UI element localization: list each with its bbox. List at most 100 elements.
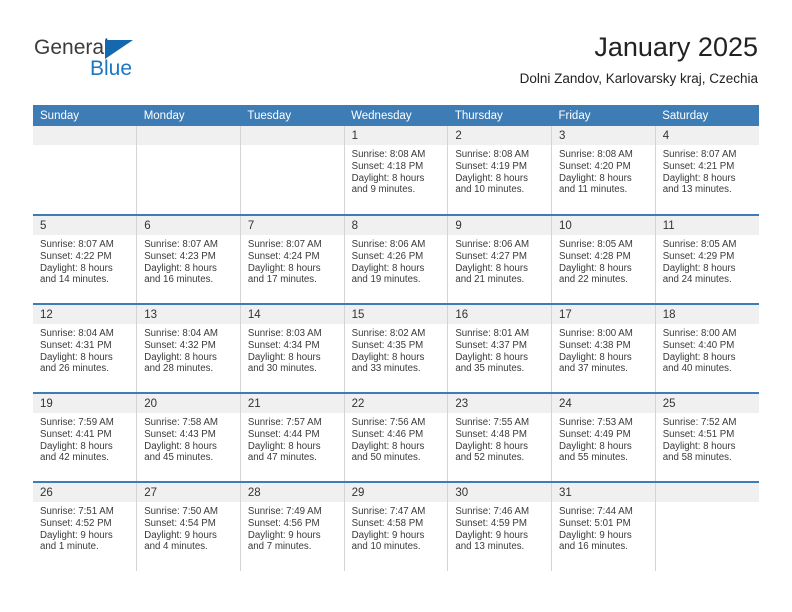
day-detail: Sunrise: 8:07 AM Sunset: 4:24 PM Daylight:…	[241, 235, 344, 286]
calendar-day-cell[interactable]: 15 Sunrise: 8:02 AM Sunset: 4:35 PM Dayligh…	[344, 303, 449, 393]
daylight-text-line1: Daylight: 8 hours	[351, 262, 425, 274]
calendar-day-cell[interactable]: 19 Sunrise: 7:59 AM Sunset: 4:41 PM Dayligh…	[33, 392, 138, 482]
day-number: 2	[448, 126, 552, 145]
calendar-day-cell[interactable]: 13 Sunrise: 8:04 AM Sunset: 4:32 PM Dayligh…	[136, 303, 241, 393]
weekday-header-sunday: Sunday	[33, 105, 137, 126]
daylight-text-line2: and 50 minutes.	[351, 452, 421, 464]
sunrise-text: Sunrise: 8:00 AM	[662, 328, 737, 339]
calendar-day-cell[interactable]: 17 Sunrise: 8:00 AM Sunset: 4:38 PM Dayligh…	[551, 303, 656, 393]
sunset-text: Sunset: 4:19 PM	[455, 160, 527, 172]
calendar-day-cell[interactable]: 10 Sunrise: 8:05 AM Sunset: 4:28 PM Dayligh…	[551, 214, 656, 304]
calendar-day-cell[interactable]: 20 Sunrise: 7:58 AM Sunset: 4:43 PM Dayligh…	[136, 392, 241, 482]
weekday-header-monday: Monday	[136, 105, 241, 126]
calendar-day-cell[interactable]: 23 Sunrise: 7:55 AM Sunset: 4:48 PM Dayligh…	[447, 392, 553, 482]
page-title: January 2025	[594, 32, 758, 62]
calendar-day-cell[interactable]: 25 Sunrise: 7:52 AM Sunset: 4:51 PM Dayligh…	[655, 392, 759, 482]
sunset-text: Sunset: 4:44 PM	[247, 428, 320, 440]
calendar-day-cell[interactable]: 1 Sunrise: 8:08 AM Sunset: 4:18 PM Daylight…	[344, 126, 449, 215]
daylight-text-line2: and 30 minutes.	[247, 363, 317, 375]
daylight-text-line2: and 45 minutes.	[144, 452, 214, 464]
daylight-text-line2: and 52 minutes.	[455, 452, 525, 464]
day-number: 1	[344, 126, 448, 145]
day-number: 18	[655, 305, 759, 324]
daylight-text-line2: and 37 minutes.	[559, 363, 628, 375]
calendar-day-cell[interactable]: 22 Sunrise: 7:56 AM Sunset: 4:46 PM Dayligh…	[344, 392, 449, 482]
day-detail: Sunrise: 8:01 AM Sunset: 4:37 PM Daylight:…	[448, 324, 551, 375]
calendar-day-cell[interactable]: 24 Sunrise: 7:53 AM Sunset: 4:49 PM Dayligh…	[551, 392, 656, 482]
sunset-text: Sunset: 4:52 PM	[40, 517, 112, 529]
calendar-day-cell[interactable]: 31 Sunrise: 7:44 AM Sunset: 5:01 PM Dayligh…	[551, 481, 656, 571]
calendar-week-row: 12 Sunrise: 8:04 AM Sunset: 4:31 PM Dayligh…	[33, 303, 759, 393]
day-number: 8	[344, 216, 448, 235]
sunset-text: Sunset: 4:23 PM	[144, 250, 216, 262]
calendar-day-cell[interactable]: 14 Sunrise: 8:03 AM Sunset: 4:34 PM Dayligh…	[240, 303, 345, 393]
sunrise-text: Sunrise: 8:01 AM	[455, 328, 530, 339]
calendar-day-cell[interactable]: 3 Sunrise: 8:08 AM Sunset: 4:20 PM Daylight…	[551, 126, 656, 215]
calendar-day-cell[interactable]: 8 Sunrise: 8:06 AM Sunset: 4:26 PM Daylight…	[344, 214, 449, 304]
calendar-page: General Blue January 2025 Dolni Zandov, …	[0, 0, 792, 612]
day-number: 27	[137, 483, 240, 502]
sunset-text: Sunset: 4:40 PM	[662, 339, 735, 351]
daylight-text-line1: Daylight: 8 hours	[351, 351, 425, 363]
calendar-day-cell-empty	[655, 481, 759, 571]
daylight-text-line1: Daylight: 8 hours	[455, 172, 529, 184]
daylight-text-line1: Daylight: 8 hours	[351, 172, 425, 184]
calendar-day-cell[interactable]: 26 Sunrise: 7:51 AM Sunset: 4:52 PM Dayligh…	[33, 481, 138, 571]
sunset-text: Sunset: 4:22 PM	[40, 250, 112, 262]
calendar-day-cell[interactable]: 30 Sunrise: 7:46 AM Sunset: 4:59 PM Dayligh…	[447, 481, 553, 571]
sunset-text: Sunset: 4:32 PM	[144, 339, 216, 351]
calendar-day-cell[interactable]: 28 Sunrise: 7:49 AM Sunset: 4:56 PM Dayligh…	[240, 481, 345, 571]
calendar-day-cell[interactable]: 7 Sunrise: 8:07 AM Sunset: 4:24 PM Daylight…	[240, 214, 345, 304]
sunset-text: Sunset: 4:20 PM	[559, 160, 631, 172]
day-detail: Sunrise: 8:05 AM Sunset: 4:28 PM Daylight:…	[552, 235, 655, 286]
day-number: 25	[655, 394, 759, 413]
daylight-text-line2: and 33 minutes.	[351, 363, 421, 375]
daylight-text-line2: and 17 minutes.	[247, 274, 317, 286]
general-blue-logo[interactable]: General Blue	[34, 36, 204, 88]
calendar-day-cell-empty	[136, 126, 241, 215]
daylight-text-line1: Daylight: 8 hours	[455, 351, 529, 363]
calendar-day-cell[interactable]: 16 Sunrise: 8:01 AM Sunset: 4:37 PM Dayligh…	[447, 303, 553, 393]
calendar-day-cell[interactable]: 18 Sunrise: 8:00 AM Sunset: 4:40 PM Dayligh…	[655, 303, 759, 393]
day-number: 5	[33, 216, 137, 235]
calendar-day-cell[interactable]: 21 Sunrise: 7:57 AM Sunset: 4:44 PM Dayligh…	[240, 392, 345, 482]
sunset-text: Sunset: 4:59 PM	[455, 517, 527, 529]
daylight-text-line2: and 16 minutes.	[144, 274, 214, 286]
sunset-text: Sunset: 4:18 PM	[351, 160, 424, 172]
day-number: 26	[33, 483, 137, 502]
sunrise-text: Sunrise: 8:02 AM	[351, 328, 426, 339]
daylight-text-line2: and 13 minutes.	[662, 184, 732, 196]
sunset-text: Sunset: 4:26 PM	[351, 250, 424, 262]
sunrise-text: Sunrise: 7:46 AM	[455, 506, 530, 517]
calendar-day-cell[interactable]: 9 Sunrise: 8:06 AM Sunset: 4:27 PM Daylight…	[447, 214, 553, 304]
daylight-text-line2: and 7 minutes.	[247, 541, 312, 553]
day-number: 14	[240, 305, 344, 324]
logo-text-blue: Blue	[90, 57, 133, 80]
day-number: 21	[240, 394, 344, 413]
day-detail: Sunrise: 8:07 AM Sunset: 4:22 PM Daylight:…	[33, 235, 136, 286]
calendar-day-cell[interactable]: 4 Sunrise: 8:07 AM Sunset: 4:21 PM Daylight…	[655, 126, 759, 215]
day-number	[137, 126, 240, 145]
sunrise-text: Sunrise: 7:44 AM	[559, 506, 633, 517]
sunrise-text: Sunrise: 7:59 AM	[40, 417, 114, 428]
sunrise-text: Sunrise: 8:08 AM	[455, 149, 530, 160]
calendar-day-cell[interactable]: 6 Sunrise: 8:07 AM Sunset: 4:23 PM Daylight…	[136, 214, 241, 304]
daylight-text-line1: Daylight: 8 hours	[559, 351, 632, 363]
calendar-day-cell[interactable]: 11 Sunrise: 8:05 AM Sunset: 4:29 PM Dayligh…	[655, 214, 759, 304]
title-block: January 2025 Dolni Zandov, Karlovarsky k…	[520, 30, 758, 88]
calendar-day-cell[interactable]: 29 Sunrise: 7:47 AM Sunset: 4:58 PM Dayligh…	[344, 481, 449, 571]
day-detail: Sunrise: 8:07 AM Sunset: 4:23 PM Daylight:…	[137, 235, 240, 286]
daylight-text-line1: Daylight: 8 hours	[662, 351, 736, 363]
calendar-day-cell[interactable]: 2 Sunrise: 8:08 AM Sunset: 4:19 PM Daylight…	[447, 126, 553, 215]
sunset-text: Sunset: 4:27 PM	[455, 250, 527, 262]
calendar-day-cell[interactable]: 27 Sunrise: 7:50 AM Sunset: 4:54 PM Dayligh…	[136, 481, 241, 571]
calendar-day-cell[interactable]: 12 Sunrise: 8:04 AM Sunset: 4:31 PM Dayligh…	[33, 303, 138, 393]
sunset-text: Sunset: 4:38 PM	[559, 339, 631, 351]
calendar-day-cell[interactable]: 5 Sunrise: 8:07 AM Sunset: 4:22 PM Daylight…	[33, 214, 138, 304]
sunrise-text: Sunrise: 8:08 AM	[351, 149, 426, 160]
day-detail: Sunrise: 7:47 AM Sunset: 4:58 PM Daylight:…	[345, 502, 448, 553]
sunset-text: Sunset: 4:56 PM	[247, 517, 320, 529]
calendar-week-row: 5 Sunrise: 8:07 AM Sunset: 4:22 PM Daylight…	[33, 214, 759, 304]
day-detail: Sunrise: 7:51 AM Sunset: 4:52 PM Daylight:…	[33, 502, 136, 553]
page-subtitle: Dolni Zandov, Karlovarsky kraj, Czechia	[519, 71, 758, 86]
